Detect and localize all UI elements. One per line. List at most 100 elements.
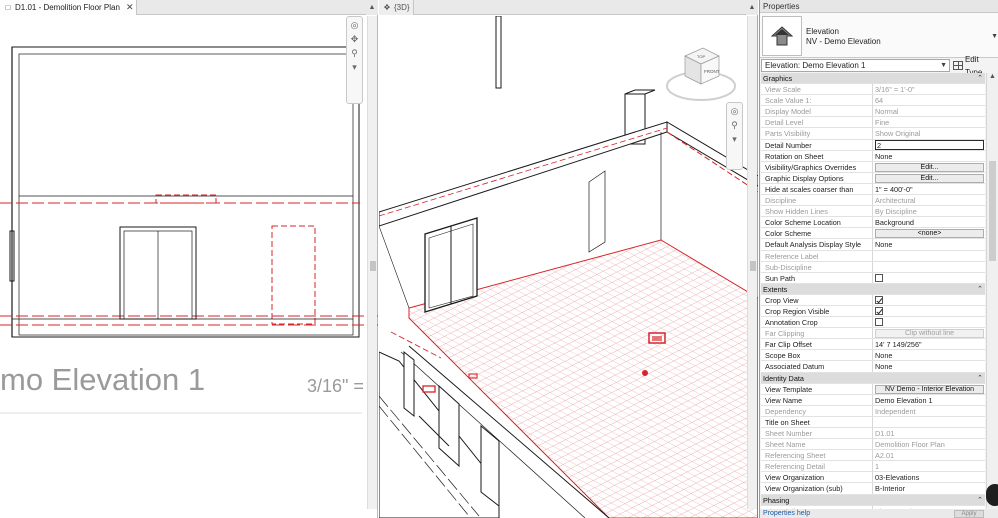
checkbox[interactable] bbox=[875, 273, 883, 282]
steering-wheel-icon[interactable]: ◎ bbox=[351, 20, 359, 30]
property-row[interactable]: Color Scheme Location Background bbox=[761, 217, 985, 229]
property-edit-button[interactable]: Edit... bbox=[875, 162, 984, 172]
property-group-header[interactable]: Identity Data ⌃ bbox=[761, 372, 985, 384]
property-value[interactable]: Background bbox=[873, 217, 985, 227]
edit-type-button[interactable]: Edit Type bbox=[953, 55, 998, 77]
property-row[interactable]: Discipline Architectural bbox=[761, 195, 985, 207]
left-vertical-scrollbar[interactable] bbox=[367, 16, 377, 509]
checkbox[interactable] bbox=[875, 306, 883, 315]
property-row[interactable]: View Template NV Demo - Interior Elevatio… bbox=[761, 383, 985, 395]
property-edit-button[interactable]: NV Demo - Interior Elevation bbox=[875, 384, 984, 394]
checkbox[interactable] bbox=[875, 318, 883, 327]
property-row[interactable]: Scale Value 1: 64 bbox=[761, 95, 985, 107]
property-row[interactable]: View Name Demo Elevation 1 bbox=[761, 394, 985, 406]
apply-button[interactable]: Apply bbox=[954, 510, 984, 518]
scroll-up-icon[interactable]: ▲ bbox=[989, 73, 996, 80]
tab-demolition-floor-plan[interactable]: □ D1.01 - Demolition Floor Plan ✕ bbox=[0, 0, 138, 15]
property-value[interactable]: None bbox=[873, 239, 985, 249]
property-value[interactable]: <none> bbox=[873, 228, 985, 239]
property-value[interactable] bbox=[873, 295, 985, 305]
property-row[interactable]: Sheet Number D1.01 bbox=[761, 428, 985, 440]
property-group-header[interactable]: Graphics ⌃ bbox=[761, 73, 985, 85]
property-row[interactable]: Default Analysis Display Style None bbox=[761, 239, 985, 251]
property-value[interactable]: Edit... bbox=[873, 162, 985, 172]
properties-scrollbar[interactable]: ▲ ▼ bbox=[986, 73, 998, 508]
property-group-header[interactable]: Phasing ⌃ bbox=[761, 494, 985, 506]
property-value[interactable] bbox=[873, 317, 985, 327]
collapse-icon[interactable]: ⌃ bbox=[975, 373, 985, 383]
property-row[interactable]: Crop Region Visible bbox=[761, 305, 985, 318]
property-row[interactable]: Title on Sheet bbox=[761, 416, 985, 428]
property-row[interactable]: Detail Number 2 bbox=[761, 139, 985, 151]
chevron-down-icon[interactable]: ▾ bbox=[352, 62, 357, 72]
chevron-down-icon[interactable]: ▾ bbox=[732, 134, 737, 144]
property-row[interactable]: Hide at scales coarser than 1" = 400'-0" bbox=[761, 183, 985, 196]
chevron-down-icon[interactable]: ▼ bbox=[991, 33, 998, 40]
tab-scroll-up-icon[interactable]: ▲ bbox=[746, 0, 758, 15]
tab-scroll-up-icon[interactable]: ▲ bbox=[366, 0, 378, 15]
scroll-thumb[interactable] bbox=[750, 261, 756, 271]
property-row[interactable]: Sheet Name Demolition Floor Plan bbox=[761, 439, 985, 451]
zoom-icon[interactable]: ⚲ bbox=[351, 48, 358, 58]
tab-3d[interactable]: ❖ {3D} bbox=[379, 0, 414, 15]
floating-action-button[interactable] bbox=[986, 484, 998, 506]
close-icon[interactable]: ✕ bbox=[126, 2, 134, 13]
property-row[interactable]: Scope Box None bbox=[761, 350, 985, 362]
property-row[interactable]: Associated Datum None bbox=[761, 361, 985, 373]
checkbox[interactable] bbox=[875, 295, 883, 304]
steering-wheel-icon[interactable]: ◎ bbox=[731, 106, 739, 116]
property-value[interactable]: None bbox=[873, 151, 985, 161]
property-row[interactable]: Color Scheme <none> bbox=[761, 228, 985, 240]
collapse-icon[interactable]: ⌃ bbox=[975, 73, 985, 83]
property-value[interactable] bbox=[873, 273, 985, 283]
property-row[interactable]: Far Clipping Clip without line bbox=[761, 328, 985, 340]
property-input[interactable]: 2 bbox=[875, 139, 984, 150]
floor-plan-view[interactable]: □ D1.01 - Demolition Floor Plan ✕ ▲ mo E… bbox=[0, 0, 378, 518]
scroll-thumb[interactable] bbox=[989, 161, 996, 261]
property-row[interactable]: Detail Level Fine bbox=[761, 117, 985, 129]
pan-icon[interactable]: ✥ bbox=[351, 34, 359, 44]
property-row[interactable]: View Organization 03-Elevations bbox=[761, 472, 985, 484]
property-row[interactable]: Visibility/Graphics Overrides Edit... bbox=[761, 161, 985, 173]
property-row[interactable]: Parts Visibility Show Original bbox=[761, 128, 985, 140]
property-value[interactable] bbox=[873, 417, 985, 427]
property-row[interactable]: Crop View bbox=[761, 294, 985, 306]
property-row[interactable]: Referencing Detail 1 bbox=[761, 461, 985, 473]
property-row[interactable]: Dependency Independent bbox=[761, 405, 985, 417]
scroll-thumb[interactable] bbox=[370, 261, 376, 271]
type-selector[interactable]: Elevation NV - Demo Elevation ▼ bbox=[760, 13, 998, 58]
property-value[interactable] bbox=[873, 306, 985, 316]
property-row[interactable]: View Organization (sub) B-Interior bbox=[761, 483, 985, 495]
property-row[interactable]: Graphic Display Options Edit... bbox=[761, 172, 985, 184]
property-value[interactable]: Demo Elevation 1 bbox=[873, 395, 985, 405]
property-value[interactable]: NV Demo - Interior Elevation bbox=[873, 384, 985, 394]
property-row[interactable]: Show Hidden Lines By Discipline bbox=[761, 206, 985, 218]
property-value[interactable]: None bbox=[873, 350, 985, 360]
property-row[interactable]: Referencing Sheet A2.01 bbox=[761, 450, 985, 462]
property-row[interactable]: Reference Label bbox=[761, 250, 985, 262]
mid-vertical-scrollbar[interactable] bbox=[747, 16, 757, 509]
property-edit-button[interactable]: <none> bbox=[875, 229, 984, 239]
collapse-icon[interactable]: ⌃ bbox=[975, 284, 985, 294]
property-row[interactable]: Sun Path bbox=[761, 272, 985, 284]
property-value[interactable]: 1" = 400'-0" bbox=[873, 184, 985, 194]
zoom-icon[interactable]: ⚲ bbox=[731, 120, 738, 130]
property-row[interactable]: Sub-Discipline bbox=[761, 261, 985, 273]
property-row[interactable]: Display Model Normal bbox=[761, 106, 985, 118]
property-row[interactable]: View Scale 3/16" = 1'-0" bbox=[761, 84, 985, 96]
property-row[interactable]: Annotation Crop bbox=[761, 317, 985, 329]
property-value[interactable]: None bbox=[873, 361, 985, 371]
property-row[interactable]: Rotation on Sheet None bbox=[761, 150, 985, 162]
property-edit-button[interactable]: Edit... bbox=[875, 173, 984, 183]
property-value[interactable]: B-Interior bbox=[873, 483, 985, 493]
instance-selector[interactable]: Elevation: Demo Elevation 1 ▼ bbox=[761, 59, 950, 72]
property-row[interactable]: Far Clip Offset 14' 7 149/256" bbox=[761, 339, 985, 351]
property-value[interactable]: 2 bbox=[873, 139, 985, 150]
collapse-icon[interactable]: ⌃ bbox=[975, 495, 985, 505]
property-group-header[interactable]: Extents ⌃ bbox=[761, 283, 985, 295]
property-value[interactable]: Edit... bbox=[873, 173, 985, 183]
3d-view[interactable]: ❖ {3D} ▲ TOP FRONT ◎ ⚲ ▾ bbox=[379, 0, 758, 518]
property-value[interactable]: 03-Elevations bbox=[873, 472, 985, 482]
property-value[interactable]: Clip without line bbox=[873, 328, 985, 339]
property-value[interactable]: 14' 7 149/256" bbox=[873, 339, 985, 349]
